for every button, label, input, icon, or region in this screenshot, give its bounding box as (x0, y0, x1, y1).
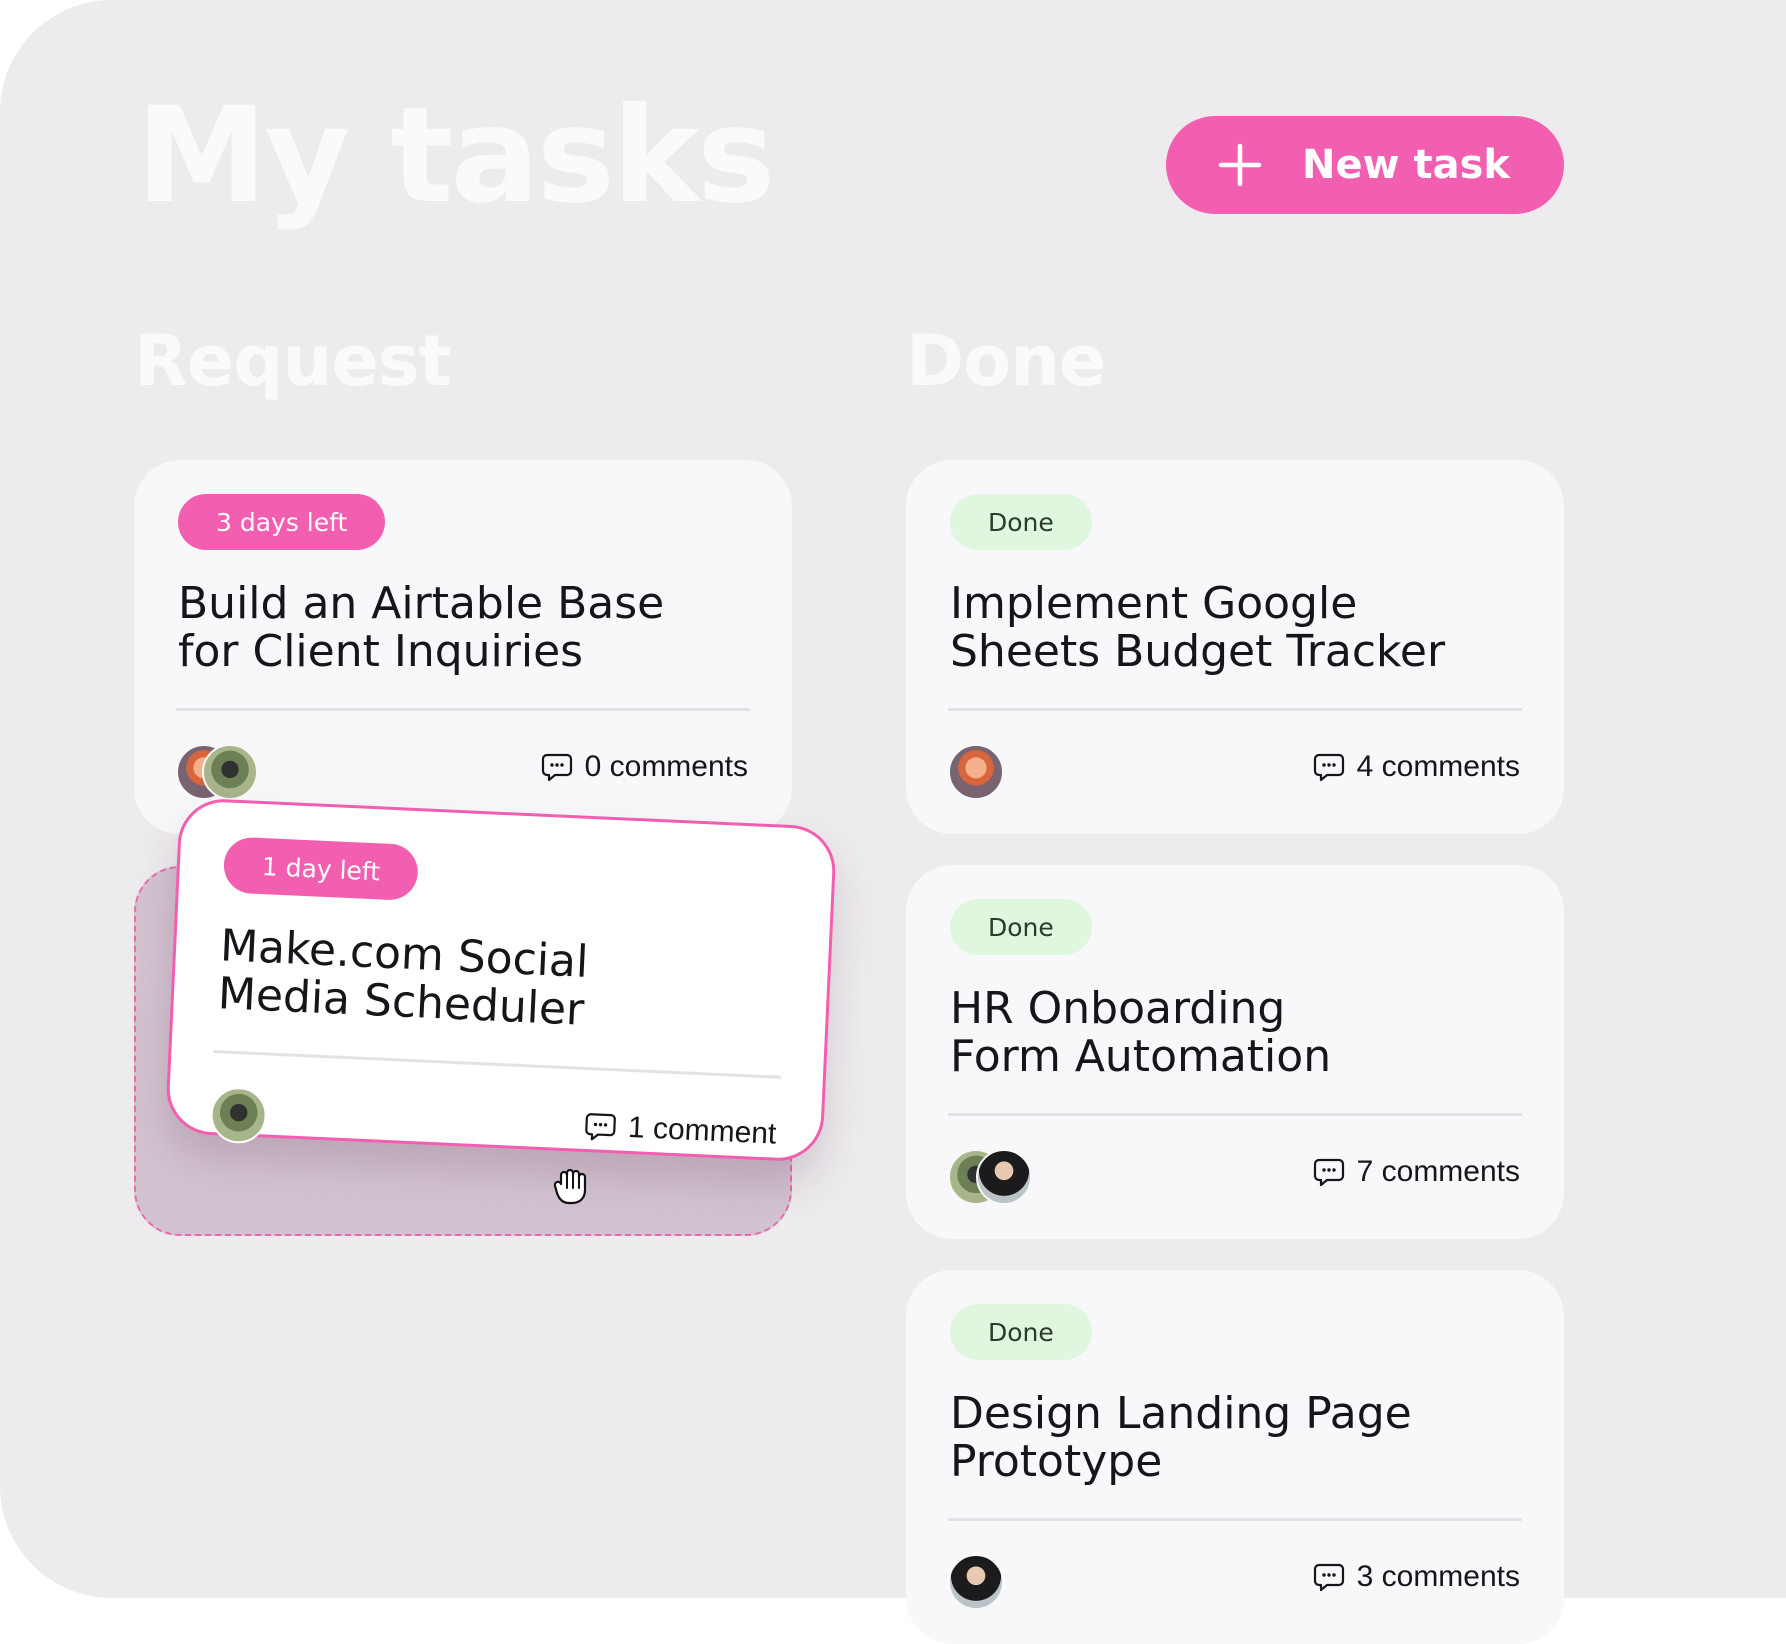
comment-icon (1313, 1563, 1344, 1592)
comments-count: 7 comments (1356, 1155, 1520, 1188)
deadline-badge: 3 days left (178, 494, 386, 550)
comments-count: 1 comment (627, 1110, 778, 1151)
comment-icon (541, 753, 572, 782)
column-title-done: Done (906, 320, 1107, 402)
card-divider (176, 708, 750, 711)
comment-icon (1313, 753, 1344, 782)
card-divider (213, 1050, 781, 1079)
card-divider (948, 1113, 1522, 1116)
new-task-label: New task (1302, 142, 1511, 188)
comments-link[interactable]: 0 comments (541, 750, 748, 784)
avatar (976, 1149, 1032, 1205)
status-badge: Done (950, 494, 1092, 550)
assignee-avatars (209, 1085, 351, 1148)
assignee-avatars (948, 744, 1088, 800)
deadline-badge: 1 day left (222, 836, 420, 902)
comments-count: 0 comments (584, 750, 748, 783)
plus-icon (1218, 143, 1262, 187)
avatar (202, 744, 258, 800)
task-title: Implement Google Sheets Budget Tracker (950, 578, 1446, 677)
card-divider (948, 1518, 1522, 1521)
comments-link[interactable]: 1 comment (583, 1109, 777, 1152)
task-card[interactable]: Done Design Landing Page Prototype 3 com… (906, 1270, 1564, 1644)
comments-count: 3 comments (1356, 1560, 1520, 1593)
avatar (209, 1085, 268, 1145)
avatar (948, 1554, 1004, 1610)
task-title: HR Onboarding Form Automation (950, 983, 1332, 1082)
comment-icon (1313, 1158, 1344, 1187)
new-task-button[interactable]: New task (1166, 116, 1564, 214)
comments-count: 4 comments (1356, 750, 1520, 783)
assignee-avatars (948, 1149, 1088, 1205)
assignee-avatars (948, 1554, 1088, 1610)
comments-link[interactable]: 3 comments (1313, 1560, 1520, 1594)
task-card[interactable]: Done Implement Google Sheets Budget Trac… (906, 460, 1564, 834)
board-panel: My tasks New task Request Done 3 days le… (0, 0, 1786, 1644)
page-title: My tasks (136, 79, 775, 233)
column-title-request: Request (134, 320, 452, 402)
status-badge: Done (950, 899, 1092, 955)
comments-link[interactable]: 4 comments (1313, 750, 1520, 784)
task-title: Build an Airtable Base for Client Inquir… (178, 578, 665, 677)
assignee-avatars (176, 744, 316, 800)
task-card[interactable]: 3 days left Build an Airtable Base for C… (134, 460, 792, 834)
status-badge: Done (950, 1304, 1092, 1360)
task-card[interactable]: Done HR Onboarding Form Automation 7 com… (906, 865, 1564, 1239)
card-divider (948, 708, 1522, 711)
grab-hand-icon (553, 1168, 587, 1205)
comment-icon (584, 1113, 616, 1141)
task-title: Make.com Social Media Scheduler (216, 920, 590, 1036)
comments-link[interactable]: 7 comments (1313, 1155, 1520, 1189)
task-title: Design Landing Page Prototype (950, 1388, 1412, 1487)
avatar (948, 744, 1004, 800)
dragging-task-card[interactable]: 1 day left Make.com Social Media Schedul… (164, 797, 838, 1163)
